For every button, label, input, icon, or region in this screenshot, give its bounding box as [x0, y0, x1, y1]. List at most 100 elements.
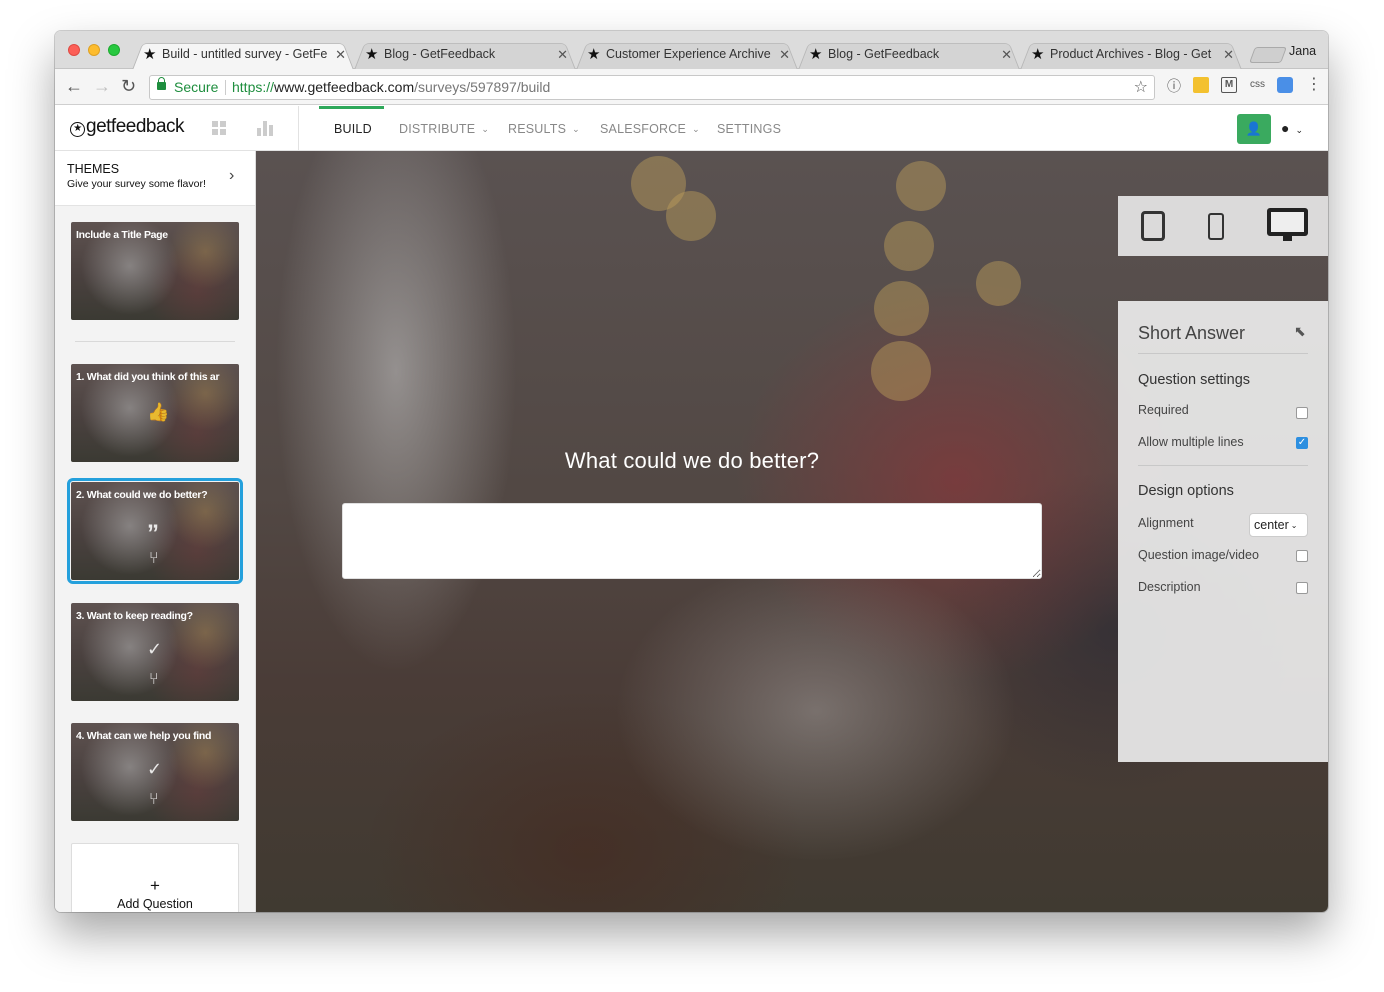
favicon-star-icon: ★: [587, 46, 601, 63]
close-window-button[interactable]: [68, 44, 80, 56]
question-card-2[interactable]: 2. What could we do better? ” ⑂: [67, 478, 243, 584]
dashboard-grid-icon[interactable]: [212, 121, 226, 135]
background-bokeh: [884, 221, 934, 271]
browser-toolbar: ← → ↻ Secure https://www.getfeedback.com…: [55, 69, 1328, 105]
alignment-select[interactable]: center ⌄: [1249, 513, 1308, 537]
card-title: 4. What can we help you find: [76, 730, 212, 742]
app-header: ★ getfeedback BUILD DISTRIBUTE ⌄ RESULTS ⌄ …: [55, 106, 1328, 151]
tab-title: Blog - GetFeedback: [828, 47, 940, 61]
panel-title: Short Answer: [1138, 323, 1246, 343]
chevron-down-icon: ⌄: [1295, 125, 1304, 135]
getfeedback-logo[interactable]: ★ getfeedback: [70, 116, 185, 138]
image-video-label: Question image/video: [1138, 548, 1259, 562]
close-tab-icon[interactable]: ✕: [1223, 40, 1234, 69]
browser-tab-4[interactable]: ★ Blog - GetFeedback ✕: [798, 40, 1020, 70]
tab-distribute[interactable]: DISTRIBUTE ⌄: [399, 122, 489, 136]
question-sidebar: THEMES Give your survey some flavor! › I…: [55, 151, 256, 912]
description-label: Description: [1138, 580, 1201, 594]
tablet-preview-icon[interactable]: [1141, 211, 1165, 241]
required-checkbox[interactable]: [1296, 407, 1308, 419]
profile-name[interactable]: Jana: [1289, 44, 1316, 58]
tab-title: Build - untitled survey - GetFe: [162, 47, 328, 61]
mail-extension-icon[interactable]: M: [1221, 77, 1237, 93]
menu-kebab-icon[interactable]: ⋮: [1306, 74, 1322, 94]
phone-preview-icon[interactable]: [1208, 213, 1224, 240]
browser-tab-5[interactable]: ★ Product Archives - Blog - Get ✕: [1020, 40, 1242, 70]
background-bokeh: [871, 341, 931, 401]
themes-panel-button[interactable]: THEMES Give your survey some flavor! ›: [55, 151, 255, 206]
background-bokeh: [896, 161, 946, 211]
desktop-stand-icon: [1283, 235, 1292, 241]
reload-icon[interactable]: ↻: [121, 76, 136, 97]
question-settings-heading: Question settings: [1138, 372, 1251, 388]
background-bokeh: [666, 191, 716, 241]
check-icon: ✓: [147, 759, 163, 779]
question-card-4[interactable]: 4. What can we help you find ✓ ⑂: [71, 723, 239, 821]
lock-icon: [157, 77, 166, 90]
header-divider: [298, 106, 299, 151]
question-card-1[interactable]: 1. What did you think of this ar 👍: [71, 364, 239, 462]
tab-salesforce[interactable]: SALESFORCE ⌄: [600, 122, 700, 136]
browser-tab-3[interactable]: ★ Customer Experience Archive ✕: [576, 40, 798, 70]
dropper-extension-icon[interactable]: [1277, 77, 1293, 93]
themes-subtitle: Give your survey some flavor!: [67, 178, 206, 190]
sidebar-divider: [75, 341, 235, 342]
address-bar[interactable]: Secure https://www.getfeedback.com/surve…: [149, 75, 1155, 100]
answer-textarea[interactable]: [342, 503, 1042, 579]
image-video-checkbox[interactable]: [1296, 550, 1308, 562]
background-bokeh: [976, 261, 1021, 306]
css-extension-icon[interactable]: css: [1250, 79, 1265, 90]
alignment-label: Alignment: [1138, 516, 1194, 530]
divider: [225, 80, 226, 95]
new-tab-button[interactable]: [1249, 47, 1287, 63]
chevron-down-icon: ⌄: [692, 124, 700, 134]
back-arrow-icon[interactable]: ←: [65, 76, 83, 97]
info-extension-icon[interactable]: ⓘ: [1167, 76, 1181, 96]
multiline-checkbox[interactable]: ✓: [1296, 437, 1308, 449]
tab-strip: ★ Build - untitled survey - GetFe ✕ ★ Bl…: [55, 31, 1328, 69]
minimize-window-button[interactable]: [88, 44, 100, 56]
secure-label: Secure: [174, 79, 219, 95]
check-icon: ✓: [147, 639, 163, 659]
chevron-down-icon: ⌄: [572, 124, 580, 134]
browser-tab-2[interactable]: ★ Blog - GetFeedback ✕: [354, 40, 576, 70]
question-settings-panel: Short Answer ⬉ Question settings Require…: [1118, 301, 1328, 762]
browser-tab-1[interactable]: ★ Build - untitled survey - GetFe ✕: [132, 40, 354, 70]
chevron-down-icon: ⌄: [1290, 521, 1298, 530]
bookmark-star-icon[interactable]: ☆: [1134, 76, 1148, 99]
close-tab-icon[interactable]: ✕: [335, 40, 346, 69]
tab-results[interactable]: RESULTS ⌄: [508, 122, 580, 136]
description-checkbox[interactable]: [1296, 582, 1308, 594]
forward-arrow-icon[interactable]: →: [93, 76, 111, 97]
url-text: https://www.getfeedback.com/surveys/5978…: [232, 79, 551, 95]
add-user-icon: 👤: [1245, 121, 1263, 136]
tab-build[interactable]: BUILD: [334, 122, 372, 136]
required-label: Required: [1138, 403, 1189, 417]
question-card-3[interactable]: 3. Want to keep reading? ✓ ⑂: [71, 603, 239, 701]
notes-extension-icon[interactable]: [1193, 77, 1209, 93]
user-menu-button[interactable]: ● ⌄: [1281, 120, 1303, 136]
thumbs-up-icon: 👍: [147, 402, 170, 422]
desktop-preview-icon[interactable]: [1267, 208, 1308, 236]
close-tab-icon[interactable]: ✕: [1001, 40, 1012, 69]
branch-logic-icon[interactable]: ⑂: [149, 671, 159, 689]
question-card-title-page[interactable]: Include a Title Page: [71, 222, 239, 320]
divider: [1138, 465, 1308, 466]
branch-logic-icon[interactable]: ⑂: [149, 550, 159, 568]
favicon-star-icon: ★: [1031, 46, 1045, 63]
add-collaborator-button[interactable]: 👤: [1237, 114, 1271, 144]
tab-settings[interactable]: SETTINGS: [717, 122, 781, 136]
zoom-window-button[interactable]: [108, 44, 120, 56]
analytics-bars-icon[interactable]: [257, 120, 273, 136]
branch-logic-icon[interactable]: ⑂: [149, 791, 159, 809]
close-tab-icon[interactable]: ✕: [557, 40, 568, 69]
back-arrow-icon[interactable]: ⬉: [1294, 323, 1306, 340]
question-text: What could we do better?: [564, 448, 820, 473]
tab-title: Customer Experience Archive: [606, 47, 771, 61]
favicon-star-icon: ★: [365, 46, 379, 63]
multiline-label: Allow multiple lines: [1138, 435, 1244, 449]
close-tab-icon[interactable]: ✕: [779, 40, 790, 69]
add-question-button[interactable]: + Add Question: [71, 843, 239, 912]
tab-title: Product Archives - Blog - Get: [1050, 47, 1212, 61]
active-tab-indicator: [319, 106, 384, 109]
